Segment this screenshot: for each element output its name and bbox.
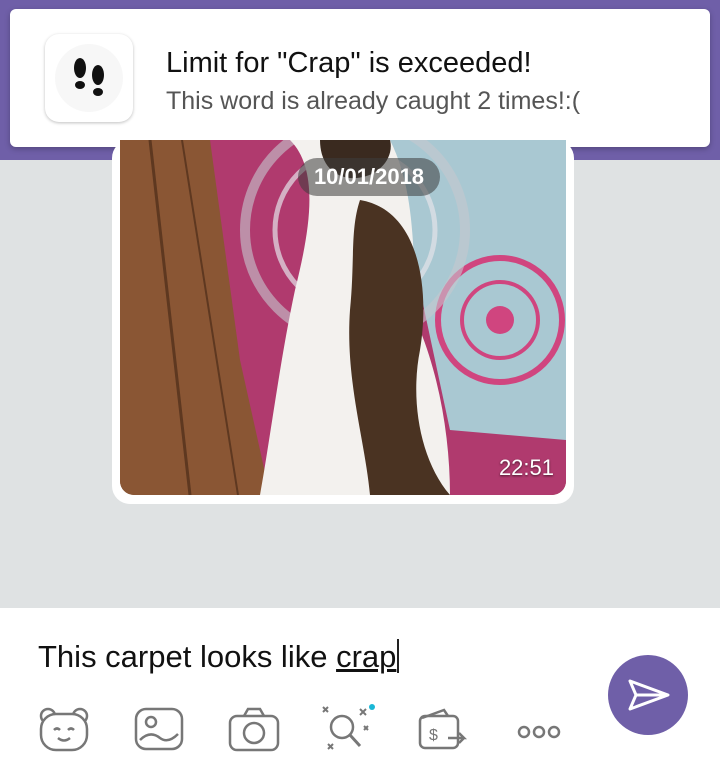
notification-title: Limit for "Crap" is exceeded!	[166, 47, 532, 79]
message-input[interactable]: This carpet looks like crap	[38, 639, 400, 675]
message-timestamp: 22:51	[498, 455, 554, 480]
date-badge: 10/01/2018	[298, 158, 440, 196]
games-doodle-icon[interactable]	[320, 704, 376, 754]
message-composer: This carpet looks like crap $	[0, 608, 720, 772]
message-text: This carpet looks like	[38, 639, 337, 674]
camera-icon[interactable]	[226, 704, 282, 754]
notification-card[interactable]: Limit for "Crap" is exceeded! This word …	[10, 9, 710, 147]
send-icon	[628, 679, 670, 711]
cat-photo[interactable]: 10/01/2018 22:51	[120, 140, 566, 495]
svg-text:$: $	[429, 727, 438, 744]
gallery-icon[interactable]	[131, 704, 187, 754]
text-caret	[397, 639, 400, 673]
flagged-word: crap	[336, 639, 397, 674]
badge-dot	[369, 704, 375, 710]
sticker-bear-icon[interactable]	[36, 704, 92, 754]
more-icon[interactable]	[512, 704, 568, 754]
notification-body: This word is already caught 2 times!:(	[166, 87, 581, 115]
send-button[interactable]	[608, 655, 688, 735]
photo-message[interactable]: 10/01/2018 22:51	[112, 140, 574, 504]
footprints-icon	[45, 34, 133, 122]
money-transfer-icon[interactable]: $	[416, 704, 472, 754]
